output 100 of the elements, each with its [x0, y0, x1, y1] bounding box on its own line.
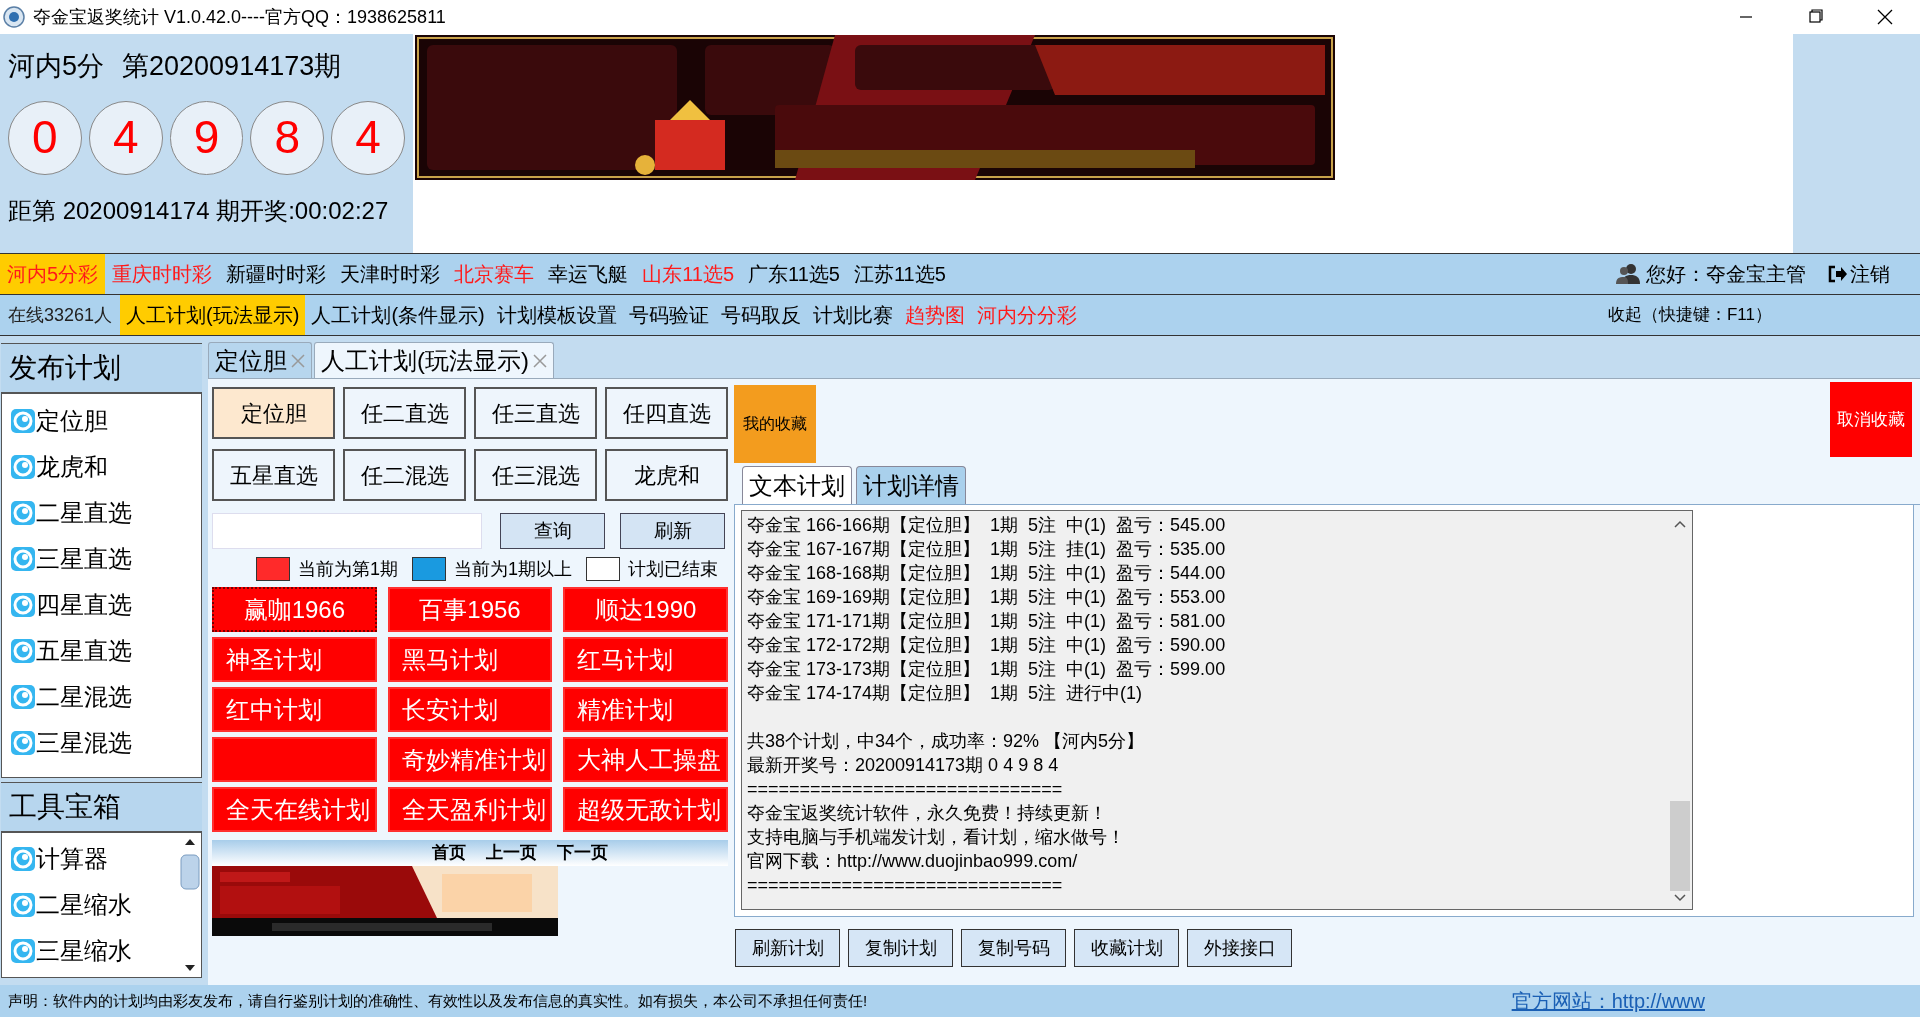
plan-button[interactable]: 长安计划 — [387, 687, 553, 732]
window-title: 夺金宝返奖统计 V1.0.42.0----官方QQ：1938625811 — [33, 5, 446, 29]
action-button[interactable]: 复制计划 — [848, 929, 953, 967]
play-button[interactable]: 五星直选 — [212, 449, 335, 501]
lottery-tab[interactable]: 广东11选5 — [741, 254, 847, 294]
query-button[interactable]: 查询 — [500, 513, 605, 549]
close-icon[interactable] — [533, 353, 547, 368]
text-line: 夺金宝 172-172期【定位胆】 1期 5注 中(1) 盈亏：590.00 — [747, 634, 1227, 657]
sidebar-item[interactable]: 二星直选 — [10, 494, 201, 532]
sidebar-item[interactable]: 定位胆 — [10, 402, 201, 440]
sidebar-item[interactable]: 三星缩水 — [10, 931, 179, 971]
plan-button[interactable]: 全天盈利计划 — [387, 787, 553, 832]
sidebar-item[interactable]: 四星直选 — [10, 586, 201, 624]
play-button[interactable]: 龙虎和 — [605, 449, 728, 501]
plan-button[interactable]: 顺达1990 — [563, 587, 728, 632]
legend-label: 当前为第1期 — [298, 557, 398, 581]
text-line: 最新开奖号：20200914173期 0 4 9 8 4 — [747, 754, 1060, 777]
section-header: 发布计划 — [1, 343, 202, 393]
logout-link[interactable]: 注销 — [1828, 259, 1890, 289]
sidebar-item[interactable]: 计算器 — [10, 839, 179, 879]
plan-button[interactable]: 精准计划 — [563, 687, 728, 732]
text-line: 官网下载：http://www.duojinbao999.com/ — [747, 850, 1079, 873]
plan-button[interactable]: 红马计划 — [563, 637, 728, 682]
online-count: 在线33261人 — [7, 303, 114, 327]
text-line: 夺金宝 174-174期【定位胆】 1期 5注 进行中(1) — [747, 682, 1144, 705]
plan-button[interactable]: 大神人工操盘 — [563, 737, 728, 782]
sidebar-item[interactable]: 二星混选 — [10, 678, 201, 716]
text-line: 夺金宝 167-167期【定位胆】 1期 5注 挂(1) 盈亏：535.00 — [747, 538, 1227, 561]
lottery-tab[interactable]: 幸运飞艇 — [541, 254, 636, 294]
sidebar-item[interactable]: 二星缩水 — [10, 885, 179, 925]
action-button[interactable]: 外接接口 — [1187, 929, 1292, 967]
play-button[interactable]: 任四直选 — [605, 387, 728, 439]
menu-item[interactable]: 人工计划(玩法显示) — [120, 295, 306, 335]
text-line: 支持电脑与手机端发计划，看计划，缩水做号！ — [747, 826, 1126, 849]
swirl-icon — [10, 892, 36, 918]
sidebar-item[interactable]: 五星直选 — [10, 632, 201, 670]
sidebar-item[interactable]: 三星直选 — [10, 540, 201, 578]
text-line: 夺金宝 171-171期【定位胆】 1期 5注 中(1) 盈亏：581.00 — [747, 610, 1227, 633]
play-button[interactable]: 任二混选 — [343, 449, 466, 501]
legend-label: 当前为1期以上 — [454, 557, 573, 581]
plan-button[interactable]: 奇妙精准计划 — [387, 737, 553, 782]
user-greeting: 您好：夺金宝主管 — [1646, 262, 1806, 287]
plan-button[interactable]: 百事1956 — [387, 587, 553, 632]
swirl-icon — [10, 408, 36, 434]
close-icon[interactable] — [291, 353, 305, 368]
plan-button[interactable]: 赢咖1966 — [212, 587, 377, 632]
lottery-tab[interactable]: 天津时时彩 — [333, 254, 448, 294]
view-tab[interactable]: 文本计划 — [742, 466, 852, 504]
legend-label: 计划已结束 — [628, 557, 719, 581]
my-favorites-button[interactable]: 我的收藏 — [734, 385, 816, 463]
ad-nav-link[interactable]: 上一页 — [486, 840, 537, 866]
text-line: 夺金宝 173-173期【定位胆】 1期 5注 中(1) 盈亏：599.00 — [747, 658, 1227, 681]
text-line: 共38个计划，中34个，成功率：92% 【河内5分】 — [747, 730, 1146, 753]
play-button[interactable]: 定位胆 — [212, 387, 335, 439]
swirl-icon — [10, 846, 36, 872]
document-tab[interactable]: 定位胆 — [208, 342, 312, 378]
swirl-icon — [10, 730, 36, 756]
play-button[interactable]: 任二直选 — [343, 387, 466, 439]
text-line: 夺金宝 166-166期【定位胆】 1期 5注 中(1) 盈亏：545.00 — [747, 514, 1227, 537]
plan-button[interactable]: 全天在线计划 — [212, 787, 377, 832]
plan-button[interactable]: 超级无敌计划 — [563, 787, 728, 832]
section-header: 工具宝箱 — [1, 782, 202, 832]
ad-nav-link[interactable]: 下一页 — [557, 840, 608, 866]
menu-item[interactable]: 号码验证 — [622, 295, 715, 335]
action-button[interactable]: 复制号码 — [961, 929, 1066, 967]
lottery-tab[interactable]: 新疆时时彩 — [219, 254, 334, 294]
swirl-icon — [10, 500, 36, 526]
menu-item[interactable]: 计划模板设置 — [490, 295, 623, 335]
swirl-icon — [10, 638, 36, 664]
menu-item[interactable]: 计划比赛 — [806, 295, 899, 335]
swirl-icon — [10, 592, 36, 618]
lottery-tab[interactable]: 江苏11选5 — [846, 254, 953, 294]
plan-button[interactable]: 黑马计划 — [387, 637, 553, 682]
menu-item[interactable]: 号码取反 — [714, 295, 807, 335]
play-button[interactable]: 任三混选 — [474, 449, 597, 501]
collapse-link[interactable]: 收起（快捷键：F11） — [1607, 302, 1772, 328]
swirl-icon — [10, 546, 36, 572]
play-button[interactable]: 任三直选 — [474, 387, 597, 439]
swirl-icon — [10, 938, 36, 964]
document-tab[interactable]: 人工计划(玩法显示) — [314, 342, 554, 378]
refresh-button[interactable]: 刷新 — [620, 513, 725, 549]
plan-button[interactable]: 红中计划 — [212, 687, 377, 732]
view-tab[interactable]: 计划详情 — [856, 466, 966, 504]
action-button[interactable]: 刷新计划 — [735, 929, 840, 967]
search-field[interactable] — [212, 513, 482, 549]
action-button[interactable]: 收藏计划 — [1074, 929, 1179, 967]
text-line: 夺金宝 169-169期【定位胆】 1期 5注 中(1) 盈亏：553.00 — [747, 586, 1227, 609]
sidebar-item[interactable]: 三星混选 — [10, 724, 201, 762]
logout-icon — [1828, 265, 1848, 283]
cancel-favorite-button[interactable]: 取消收藏 — [1830, 382, 1912, 457]
text-line: 夺金宝 168-168期【定位胆】 1期 5注 中(1) 盈亏：544.00 — [747, 562, 1227, 585]
plan-button[interactable] — [212, 737, 377, 782]
website-link[interactable]: 官方网站：http://www — [1511, 986, 1705, 1016]
ad-nav-link[interactable]: 首页 — [432, 840, 466, 866]
swirl-icon — [10, 454, 36, 480]
menu-item[interactable]: 人工计划(条件显示) — [305, 295, 491, 335]
plan-button[interactable]: 神圣计划 — [212, 637, 377, 682]
sidebar-item[interactable]: 龙虎和 — [10, 448, 201, 486]
user-icon — [1616, 263, 1640, 285]
text-line: 夺金宝返奖统计软件，永久免费！持续更新！ — [747, 802, 1108, 825]
